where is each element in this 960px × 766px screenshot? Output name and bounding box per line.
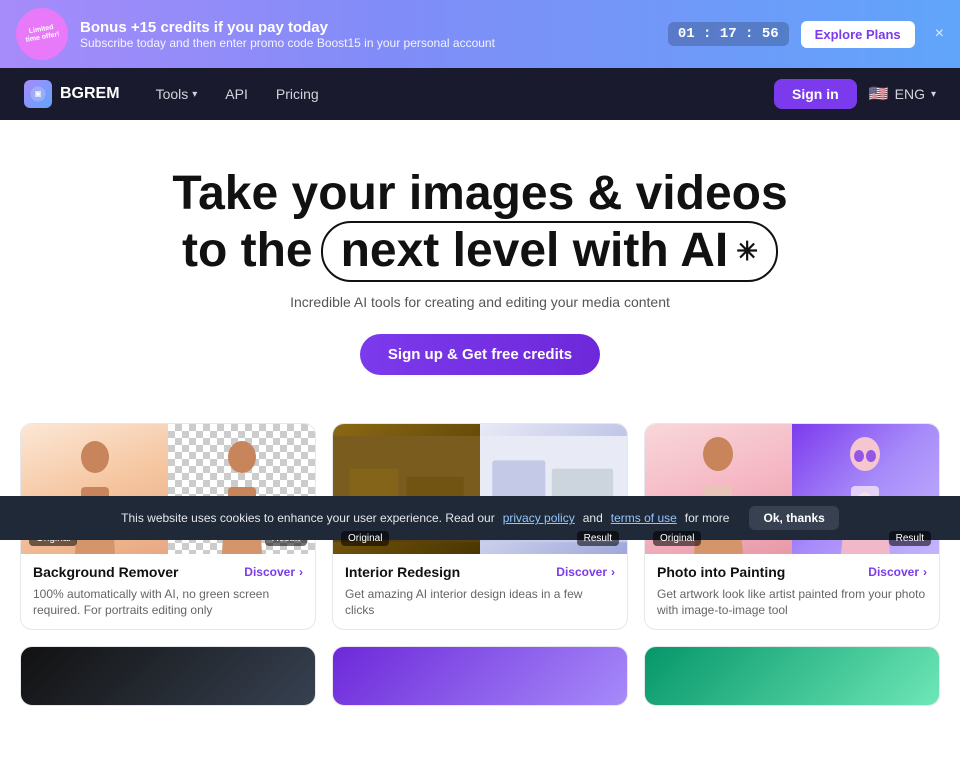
signin-button[interactable]: Sign in — [774, 79, 857, 109]
promo-banner: Limited time offer! Bonus +15 credits if… — [0, 0, 960, 68]
cards-bottom-row — [0, 646, 960, 766]
card-body: Photo into Painting Discover Get artwork… — [645, 554, 939, 630]
nav-api[interactable]: API — [213, 80, 260, 108]
card-label-result: Result — [577, 531, 619, 546]
highlight-text: next level with AI — [341, 225, 729, 278]
logo[interactable]: BGREM — [24, 80, 120, 108]
flag-icon: 🇺🇸 — [869, 84, 889, 104]
countdown-timer: 01 : 17 : 56 — [668, 22, 789, 46]
explore-plans-button[interactable]: Explore Plans — [801, 21, 915, 48]
promo-badge: Limited time offer! — [12, 4, 72, 64]
logo-icon — [24, 80, 52, 108]
navbar: BGREM Tools ▾ API Pricing Sign in 🇺🇸 ENG… — [0, 68, 960, 120]
card-body: Background Remover Discover 100% automat… — [21, 554, 315, 630]
card-title-row: Photo into Painting Discover — [657, 564, 927, 580]
hero-prefix: to the — [182, 225, 313, 278]
card-description: Get amazing AI interior design ideas in … — [345, 586, 615, 620]
nav-actions: Sign in 🇺🇸 ENG ▾ — [774, 79, 936, 109]
privacy-policy-link[interactable]: privacy policy — [503, 511, 575, 525]
cookie-suffix: for more — [685, 511, 730, 525]
lang-chevron-icon: ▾ — [931, 89, 936, 100]
banner-title: Bonus +15 credits if you pay today — [80, 19, 656, 36]
card-description: 100% automatically with AI, no green scr… — [33, 586, 303, 620]
cookie-banner: This website uses cookies to enhance you… — [0, 496, 960, 540]
ai-sparkle-icon: ✳ — [736, 237, 758, 266]
logo-svg — [29, 85, 47, 103]
card-label-result: Result — [889, 531, 931, 546]
card-label-original: Original — [341, 531, 389, 546]
discover-link[interactable]: Discover — [868, 565, 927, 579]
lang-label: ENG — [895, 86, 925, 102]
nav-pricing[interactable]: Pricing — [264, 80, 331, 108]
card-title: Background Remover — [33, 564, 178, 580]
banner-close-button[interactable]: × — [935, 25, 944, 43]
signup-button[interactable]: Sign up & Get free credits — [360, 334, 600, 375]
card-body: Interior Redesign Discover Get amazing A… — [333, 554, 627, 630]
nav-tools[interactable]: Tools ▾ — [144, 80, 210, 108]
card-title-row: Background Remover Discover — [33, 564, 303, 580]
chevron-right-icon — [921, 565, 927, 579]
language-selector[interactable]: 🇺🇸 ENG ▾ — [869, 84, 936, 104]
cookie-ok-button[interactable]: Ok, thanks — [749, 506, 838, 530]
hero-subtitle: Incredible AI tools for creating and edi… — [20, 294, 940, 310]
cookie-and: and — [583, 511, 603, 525]
chevron-right-icon — [609, 565, 615, 579]
discover-link[interactable]: Discover — [556, 565, 615, 579]
nav-links: Tools ▾ API Pricing — [144, 80, 774, 108]
card-title: Interior Redesign — [345, 564, 460, 580]
card-bottom-1 — [20, 646, 316, 706]
banner-text-block: Bonus +15 credits if you pay today Subsc… — [80, 19, 656, 50]
card-title: Photo into Painting — [657, 564, 785, 580]
hero-section: Take your images & videos to the next le… — [0, 120, 960, 407]
card-label-original: Original — [653, 531, 701, 546]
hero-title-line2: to the next level with AI ✳ — [20, 221, 940, 282]
card-bottom-2 — [332, 646, 628, 706]
chevron-right-icon — [297, 565, 303, 579]
banner-subtitle: Subscribe today and then enter promo cod… — [80, 36, 656, 50]
chevron-down-icon: ▾ — [192, 89, 197, 100]
discover-link[interactable]: Discover — [244, 565, 303, 579]
hero-highlight-box: next level with AI ✳ — [321, 221, 778, 282]
cookie-text: This website uses cookies to enhance you… — [121, 511, 495, 525]
card-title-row: Interior Redesign Discover — [345, 564, 615, 580]
logo-text: BGREM — [60, 85, 120, 103]
card-bottom-3 — [644, 646, 940, 706]
terms-link[interactable]: terms of use — [611, 511, 677, 525]
hero-title-line1: Take your images & videos — [20, 168, 940, 221]
card-description: Get artwork look like artist painted fro… — [657, 586, 927, 620]
